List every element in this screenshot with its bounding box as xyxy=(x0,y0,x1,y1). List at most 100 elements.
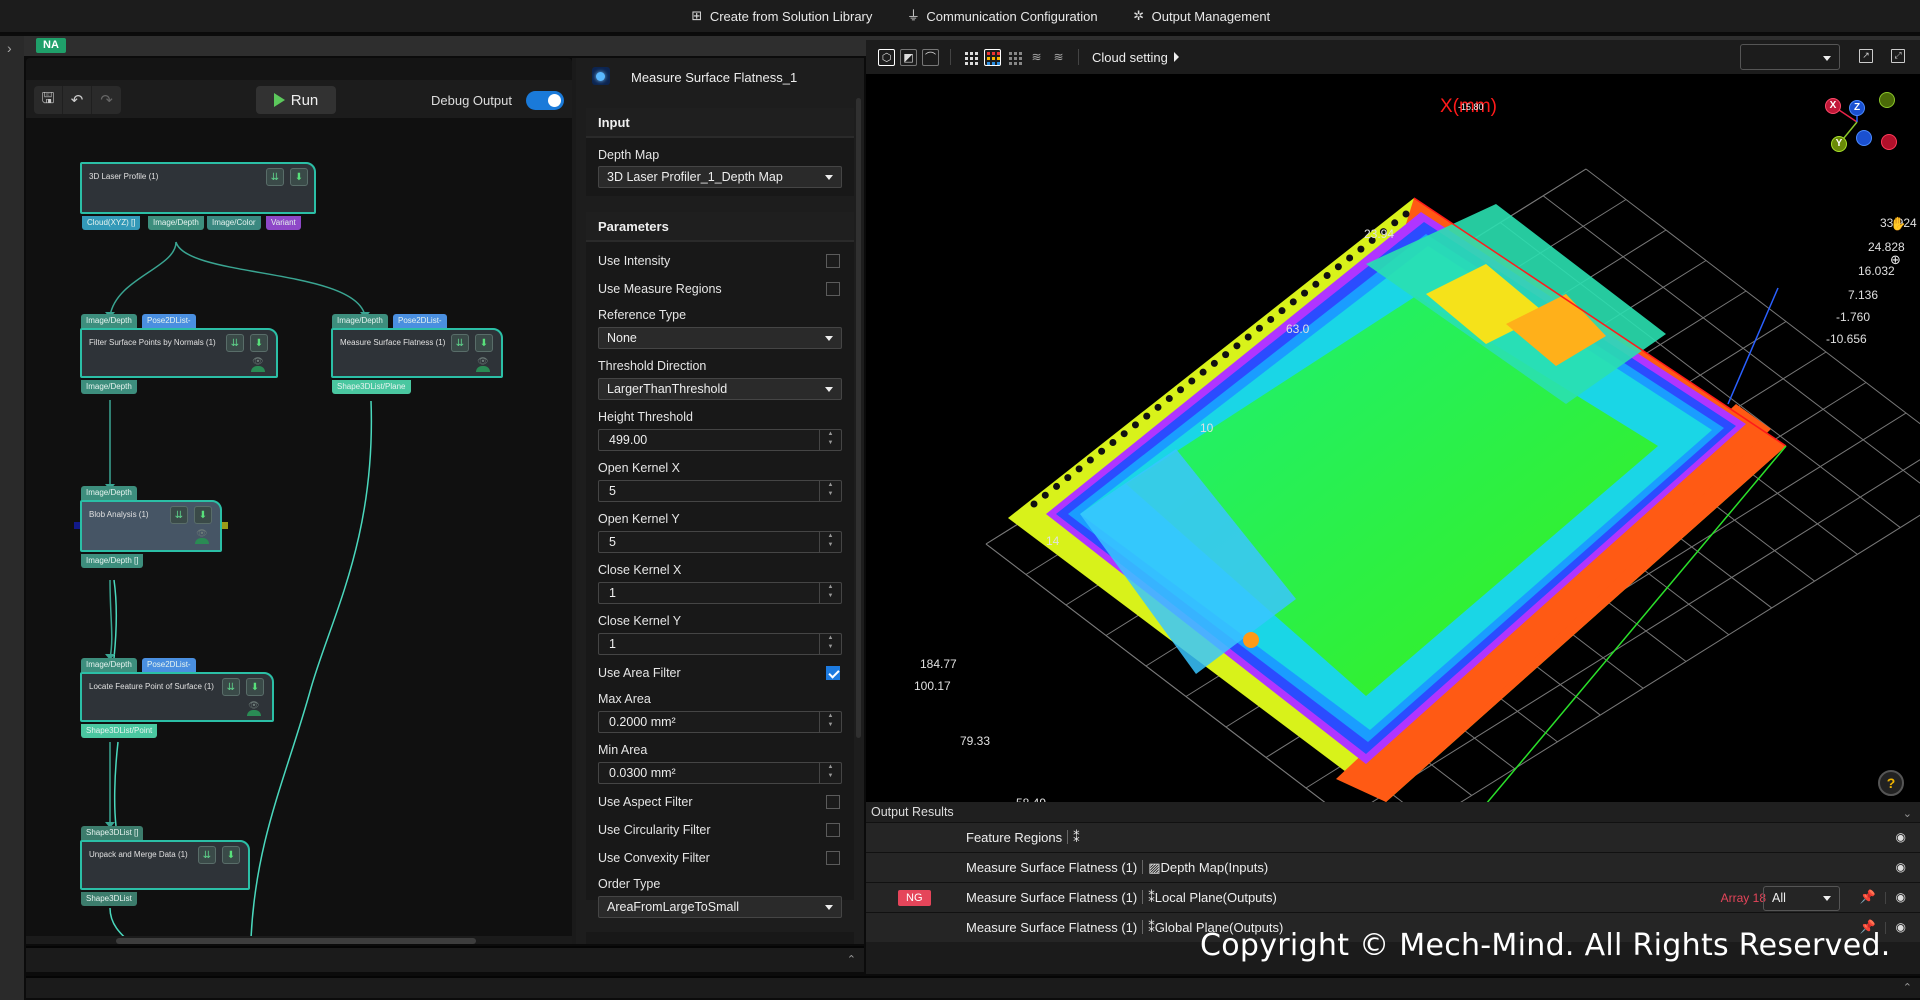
point-cloud-scene[interactable]: X(mm) -15.80 23.94 63.0 10 14 184.77 100… xyxy=(866,74,1920,802)
debug-output-toggle[interactable] xyxy=(526,91,564,110)
communication-configuration-button[interactable]: ⏚ Communication Configuration xyxy=(906,9,1098,24)
pin-icon[interactable]: 📌 xyxy=(1860,889,1876,905)
output-management-button[interactable]: ✲ Output Management xyxy=(1132,9,1270,24)
use-measure-regions-checkbox[interactable] xyxy=(826,282,840,296)
node-3d-laser-profile[interactable]: 3D Laser Profile (1) ⇊ ⬇ xyxy=(80,162,316,214)
order-type-select[interactable]: AreaFromLargeToSmall xyxy=(598,896,842,918)
eye-icon[interactable]: ◉ xyxy=(1896,890,1906,904)
use-convexity-filter-checkbox[interactable] xyxy=(826,851,840,865)
open-kernel-x-input[interactable]: 5 ▲ ▼ xyxy=(598,480,842,502)
reference-type-select[interactable]: None xyxy=(598,327,842,349)
maximize-icon[interactable]: ⤢ xyxy=(1891,49,1905,63)
output-port[interactable]: Shape3DList xyxy=(81,892,137,906)
input-port[interactable]: Image/Depth xyxy=(81,486,137,500)
pop-out-icon[interactable]: ↗ xyxy=(1859,49,1873,63)
node-locate-feature-point[interactable]: Locate Feature Point of Surface (1) ⇊ ⬇ … xyxy=(80,672,274,722)
eye-icon[interactable]: ◉ xyxy=(1896,920,1906,934)
help-button[interactable]: ? xyxy=(1878,770,1904,796)
node-unpack-and-merge-data[interactable]: Unpack and Merge Data (1) ⇊ ⬇ xyxy=(80,840,250,890)
node-blob-analysis[interactable]: Blob Analysis (1) ⇊ ⬇ 👁 xyxy=(80,500,222,552)
graph-canvas[interactable]: 3D Laser Profile (1) ⇊ ⬇ Cloud(XYZ) [] I… xyxy=(26,118,566,938)
node-pin-button[interactable]: ⬇ xyxy=(194,506,212,524)
output-port[interactable]: Image/Depth [] xyxy=(81,554,144,568)
undo-button[interactable]: ↶ xyxy=(63,86,92,114)
output-port[interactable]: Variant xyxy=(266,216,301,230)
bottom-collapse-bar[interactable]: ⌃ xyxy=(26,976,1920,998)
spin-arrows[interactable]: ▲ ▼ xyxy=(819,712,841,732)
input-port[interactable]: Image/Depth xyxy=(332,314,388,328)
input-port[interactable]: Pose2DList- xyxy=(142,658,196,672)
node-collapse-button[interactable]: ⇊ xyxy=(198,846,216,864)
profile-view-button[interactable]: ⌒ xyxy=(922,48,939,66)
graph-horizontal-scrollbar[interactable] xyxy=(116,938,476,944)
points-grey-button[interactable] xyxy=(1006,49,1023,66)
right-side-port[interactable] xyxy=(222,522,228,529)
depth-view-button[interactable]: ◩ xyxy=(900,48,917,66)
eye-icon[interactable]: ◉ xyxy=(1896,860,1906,874)
spin-arrows[interactable]: ▲ ▼ xyxy=(819,763,841,783)
output-port[interactable]: Image/Depth xyxy=(148,216,204,230)
zoom-in-icon[interactable]: ⊕ xyxy=(1890,252,1901,268)
expand-sidebar-chevron-icon[interactable]: › xyxy=(7,40,12,56)
output-port[interactable]: Shape3DList/Point xyxy=(81,724,158,738)
gizmo-y-button[interactable]: Y xyxy=(1831,136,1847,152)
gizmo-neg-z-button[interactable] xyxy=(1856,130,1872,146)
run-button[interactable]: Run xyxy=(256,86,336,114)
points-colored-button[interactable] xyxy=(984,48,1001,66)
gizmo-x-button[interactable]: X xyxy=(1825,98,1841,114)
node-pin-button[interactable]: ⬇ xyxy=(475,334,493,352)
output-port[interactable]: Image/Color xyxy=(207,216,261,230)
node-collapse-button[interactable]: ⇊ xyxy=(226,334,244,352)
input-port[interactable]: Shape3DList [] xyxy=(81,826,144,840)
node-collapse-button[interactable]: ⇊ xyxy=(222,678,240,696)
pan-hand-icon[interactable]: ✋ xyxy=(1890,216,1906,232)
open-kernel-y-input[interactable]: 5 ▲ ▼ xyxy=(598,531,842,553)
input-port[interactable]: Pose2DList- xyxy=(393,314,447,328)
height-threshold-input[interactable]: 499.00 ▲ ▼ xyxy=(598,429,842,451)
output-row[interactable]: NG Measure Surface Flatness (1) ⁑Local Pl… xyxy=(866,882,1920,912)
close-kernel-y-input[interactable]: 1 ▲ ▼ xyxy=(598,633,842,655)
node-filter-surface-points[interactable]: Filter Surface Points by Normals (1) ⇊ ⬇… xyxy=(80,328,278,378)
chevron-up-icon[interactable]: ⌃ xyxy=(847,953,856,966)
layer-stack-alt-button[interactable]: ≋ xyxy=(1050,49,1067,66)
input-port[interactable]: Image/Depth xyxy=(81,314,137,328)
gizmo-neg-y-button[interactable] xyxy=(1879,92,1895,108)
graph-bottom-collapse-bar[interactable]: ⌃ xyxy=(26,946,864,972)
node-pin-button[interactable]: ⬇ xyxy=(250,334,268,352)
node-collapse-button[interactable]: ⇊ xyxy=(266,168,284,186)
save-button[interactable]: 🖫 xyxy=(34,86,63,114)
eye-icon[interactable]: 👁 xyxy=(475,356,491,372)
output-row[interactable]: Measure Surface Flatness (1) ▨Depth Map(I… xyxy=(866,852,1920,882)
chevron-up-icon[interactable]: ⌃ xyxy=(1903,981,1912,994)
gizmo-z-button[interactable]: Z xyxy=(1849,100,1865,116)
node-measure-surface-flatness[interactable]: Measure Surface Flatness (1) ⇊ ⬇ 👁 xyxy=(331,328,503,378)
params-vertical-scrollbar[interactable] xyxy=(856,98,861,738)
gizmo-neg-x-button[interactable] xyxy=(1881,134,1897,150)
node-pin-button[interactable]: ⬇ xyxy=(290,168,308,186)
max-area-input[interactable]: 0.2000 mm² ▲ ▼ xyxy=(598,711,842,733)
use-aspect-filter-checkbox[interactable] xyxy=(826,795,840,809)
create-from-solution-library-button[interactable]: ⊞ Create from Solution Library xyxy=(690,9,872,24)
threshold-direction-select[interactable]: LargerThanThreshold xyxy=(598,378,842,400)
input-port[interactable]: Pose2DList- xyxy=(142,314,196,328)
eye-icon[interactable]: 👁 xyxy=(250,356,266,372)
node-collapse-button[interactable]: ⇊ xyxy=(170,506,188,524)
node-pin-button[interactable]: ⬇ xyxy=(222,846,240,864)
use-area-filter-checkbox[interactable] xyxy=(826,666,840,680)
eye-icon[interactable]: 👁 xyxy=(246,700,262,716)
eye-icon[interactable]: ◉ xyxy=(1896,830,1906,844)
output-row[interactable]: Feature Regions ⁑ ◉ xyxy=(866,822,1920,852)
array-filter-select[interactable]: All xyxy=(1763,886,1840,911)
use-circularity-filter-checkbox[interactable] xyxy=(826,823,840,837)
node-collapse-button[interactable]: ⇊ xyxy=(451,334,469,352)
left-side-port[interactable] xyxy=(74,522,80,529)
depth-map-select[interactable]: 3D Laser Profiler_1_Depth Map xyxy=(598,166,842,188)
spin-arrows[interactable]: ▲ ▼ xyxy=(819,532,841,552)
output-port[interactable]: Image/Depth xyxy=(81,380,137,394)
view-select[interactable] xyxy=(1740,44,1840,70)
spin-arrows[interactable]: ▲ ▼ xyxy=(819,430,841,450)
spin-arrows[interactable]: ▲ ▼ xyxy=(819,583,841,603)
chevron-down-icon[interactable]: ⌄ xyxy=(1903,804,1912,824)
cloud-setting-button[interactable]: Cloud setting xyxy=(1092,50,1179,65)
output-port[interactable]: Shape3DList/Plane xyxy=(332,380,411,394)
